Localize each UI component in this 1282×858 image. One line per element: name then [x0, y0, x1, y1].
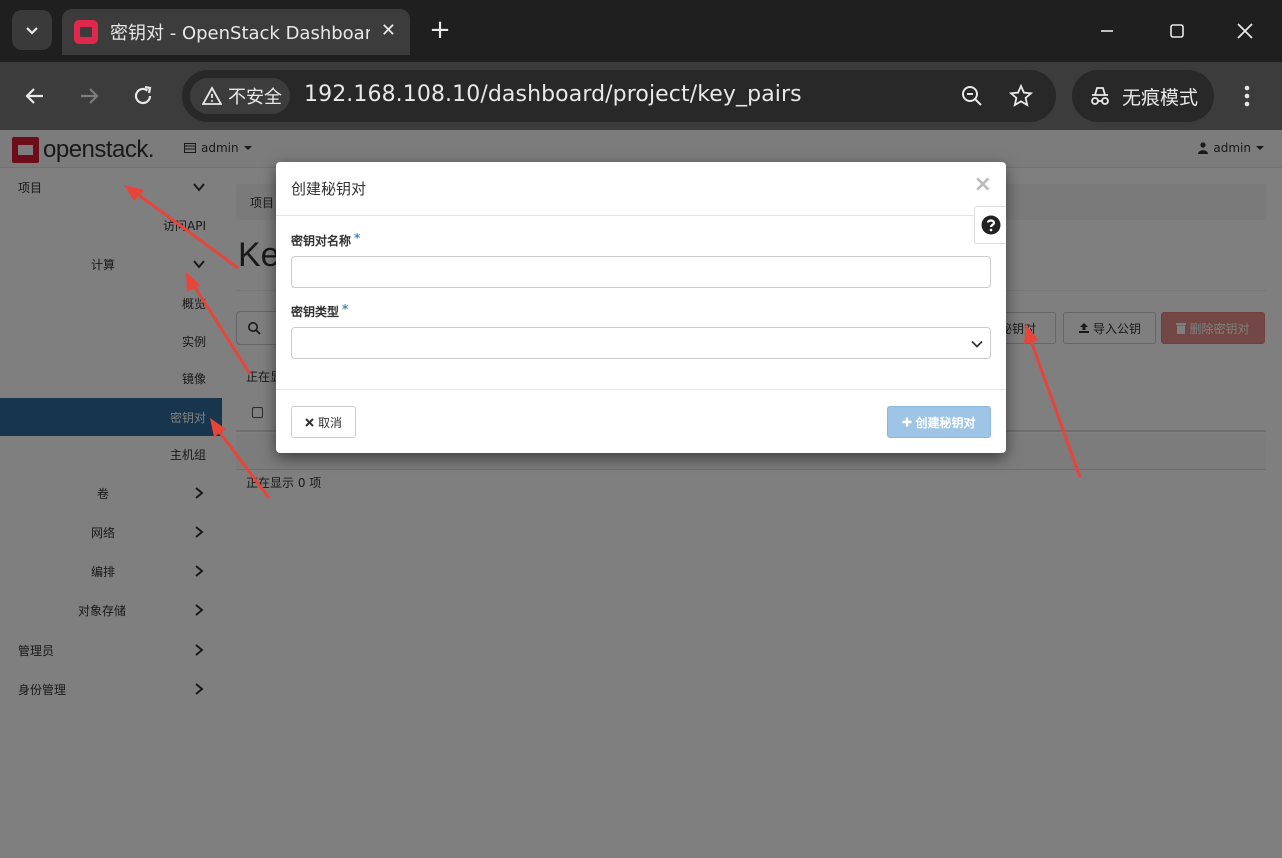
- browser-tab[interactable]: 密钥对 - OpenStack Dashboard ✕: [62, 9, 410, 55]
- plus-icon: [902, 417, 912, 427]
- modal-title: 创建秘钥对: [291, 180, 367, 198]
- address-bar[interactable]: 不安全 192.168.108.10/dashboard/project/key…: [182, 70, 1056, 122]
- incognito-indicator[interactable]: 无痕模式: [1072, 70, 1214, 122]
- minimize-icon: [1101, 30, 1113, 32]
- key-type-label-text: 密钥类型: [291, 305, 340, 319]
- incognito-icon: [1091, 87, 1109, 105]
- new-tab-button[interactable]: +: [424, 14, 456, 46]
- key-pair-name-label-text: 密钥对名称: [291, 234, 352, 248]
- page-viewport: openstack. admin admin 项目 访问API 计算 概览 实: [0, 130, 1282, 858]
- question-circle-icon: [981, 215, 1000, 235]
- key-type-label: 密钥类型 *: [291, 302, 349, 320]
- modal-close-button[interactable]: ×: [974, 172, 992, 197]
- create-key-pair-modal: 创建秘钥对 × 密钥对名称 * 密钥类型 * 取消 创建秘钥对: [276, 162, 1006, 453]
- maximize-icon: [1170, 24, 1184, 38]
- key-pair-name-input[interactable]: [291, 256, 991, 288]
- cancel-label: 取消: [317, 415, 342, 430]
- maximize-button[interactable]: [1160, 14, 1194, 48]
- close-icon: [305, 417, 314, 427]
- key-pair-name-label: 密钥对名称 *: [291, 231, 361, 249]
- browser-toolbar: 不安全 192.168.108.10/dashboard/project/key…: [0, 62, 1282, 130]
- chevron-down-icon: [26, 27, 38, 35]
- cancel-button[interactable]: 取消: [291, 406, 356, 438]
- star-icon: [1009, 84, 1033, 107]
- arrow-left-icon: [25, 88, 43, 104]
- bookmark-button[interactable]: [1007, 82, 1035, 110]
- tab-close-button[interactable]: ✕: [381, 20, 396, 41]
- zoom-button[interactable]: [958, 82, 986, 110]
- security-label: 不安全: [228, 87, 282, 108]
- chevron-down-icon: [971, 340, 983, 348]
- zoom-out-icon: [962, 86, 982, 106]
- minimize-button[interactable]: [1090, 14, 1124, 48]
- close-icon: [1237, 23, 1253, 39]
- url-text[interactable]: 192.168.108.10/dashboard/project/key_pai…: [304, 82, 802, 107]
- browser-titlebar: 密钥对 - OpenStack Dashboard ✕ +: [0, 0, 1282, 62]
- tab-title: 密钥对 - OpenStack Dashboard: [110, 23, 370, 44]
- key-type-select[interactable]: [291, 327, 991, 359]
- incognito-label: 无痕模式: [1122, 86, 1199, 109]
- reload-icon: [134, 85, 152, 105]
- modal-header: 创建秘钥对 ×: [276, 162, 1006, 216]
- required-marker: *: [342, 302, 349, 316]
- forward-button[interactable]: [71, 78, 107, 114]
- back-button[interactable]: [17, 78, 53, 114]
- help-button[interactable]: [974, 206, 1006, 244]
- tab-search-button[interactable]: [12, 10, 52, 50]
- window-close-button[interactable]: [1228, 14, 1262, 48]
- more-vertical-icon: [1244, 85, 1250, 107]
- submit-label: 创建秘钥对: [915, 415, 976, 430]
- reload-button[interactable]: [125, 78, 161, 114]
- openstack-favicon-icon: [74, 20, 98, 44]
- warning-icon: [202, 86, 222, 105]
- required-marker: *: [354, 231, 361, 245]
- security-chip[interactable]: 不安全: [190, 78, 290, 114]
- create-key-pair-submit-button[interactable]: 创建秘钥对: [887, 406, 991, 438]
- browser-menu-button[interactable]: [1230, 78, 1264, 114]
- modal-footer: 取消 创建秘钥对: [276, 389, 1006, 453]
- arrow-right-icon: [81, 88, 99, 104]
